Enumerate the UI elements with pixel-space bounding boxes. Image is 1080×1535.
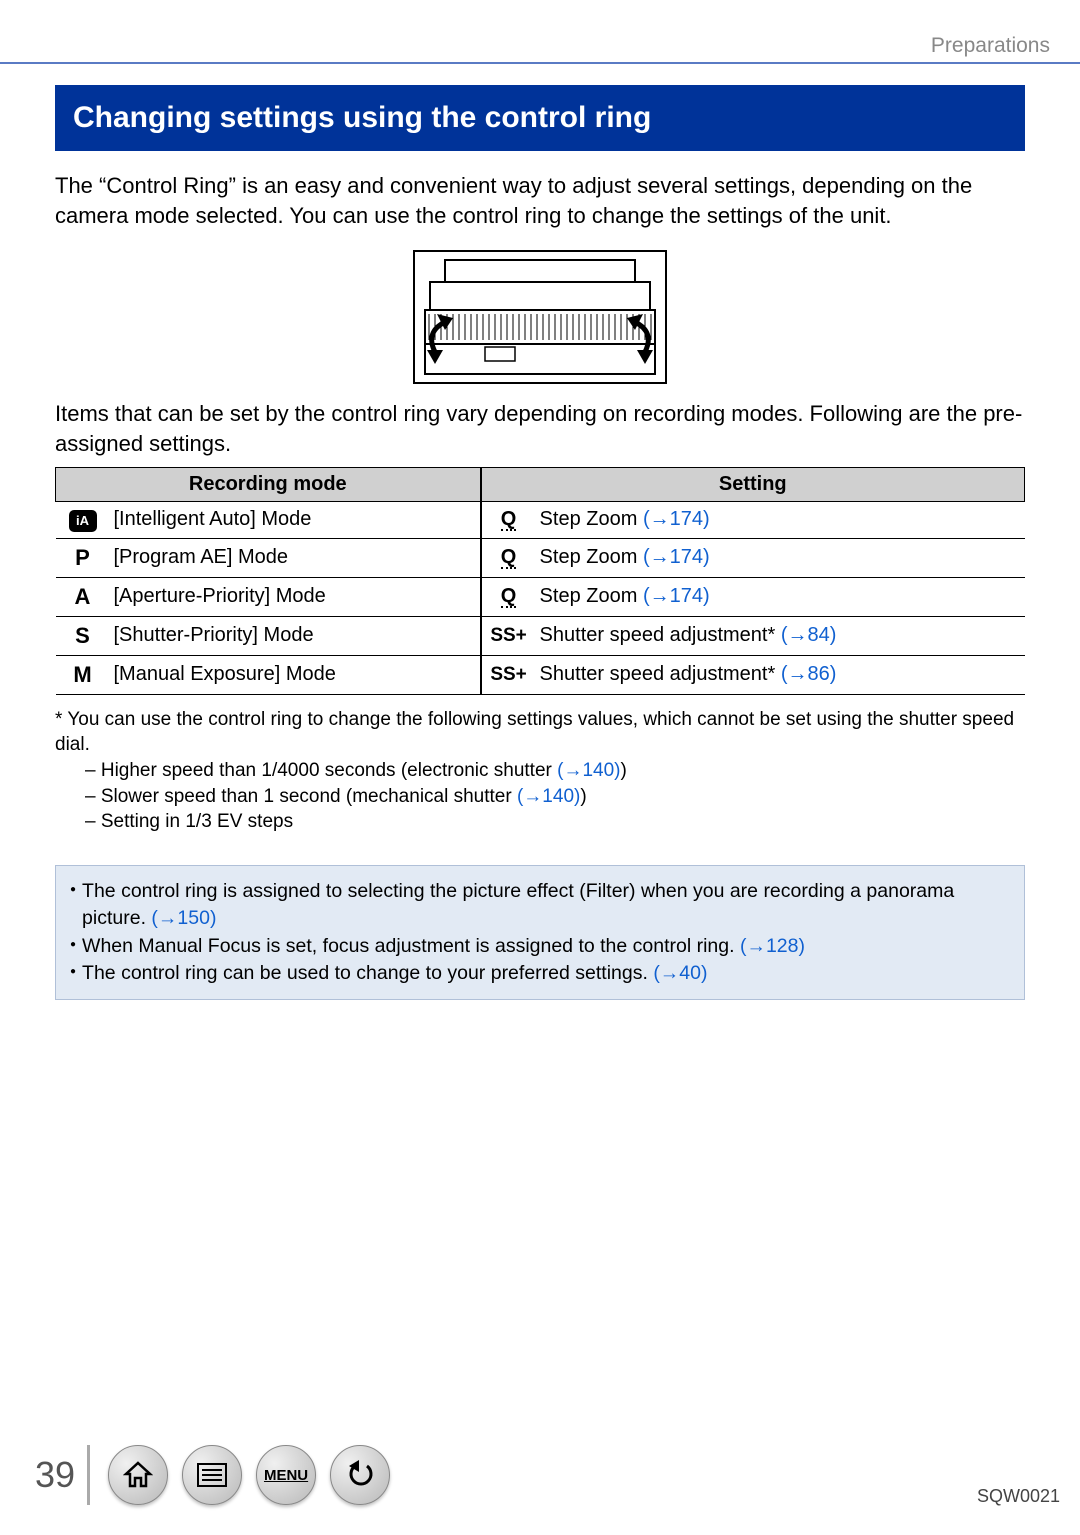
intro-text: The “Control Ring” is an easy and conven… (55, 171, 1025, 230)
table-row: A[Aperture-Priority] ModeQStep Zoom (→17… (56, 577, 1025, 616)
mode-glyph: S (56, 616, 110, 655)
info-item: ●The control ring can be used to change … (70, 960, 1010, 987)
table-row: P[Program AE] ModeQStep Zoom (→174) (56, 538, 1025, 577)
footnote: * You can use the control ring to change… (55, 707, 1025, 835)
setting-text: Step Zoom (→174) (536, 577, 1025, 616)
footnote-lead: * You can use the control ring to change… (55, 707, 1025, 758)
home-button[interactable] (108, 1445, 168, 1505)
page-link[interactable]: (→174) (643, 585, 710, 607)
page-link[interactable]: (→128) (740, 935, 805, 957)
table-row: M[Manual Exposure] ModeSS+Shutter speed … (56, 655, 1025, 694)
zoom-icon: Q (481, 538, 536, 577)
bullet-icon: ● (70, 938, 76, 960)
zoom-icon: Q (481, 577, 536, 616)
bullet-icon: ● (70, 965, 76, 987)
footnote-item: – Setting in 1/3 EV steps (85, 809, 1025, 835)
mode-name: [Program AE] Mode (110, 538, 481, 577)
page-link[interactable]: (→86) (781, 663, 837, 685)
table-row: iA[Intelligent Auto] ModeQStep Zoom (→17… (56, 501, 1025, 538)
header-setting: Setting (481, 467, 1025, 501)
mode-name: [Manual Exposure] Mode (110, 655, 481, 694)
mode-name: [Intelligent Auto] Mode (110, 501, 481, 538)
modes-table: Recording mode Setting iA[Intelligent Au… (55, 467, 1025, 695)
footer-divider (87, 1445, 90, 1505)
breadcrumb: Preparations (931, 34, 1050, 58)
doc-id: SQW0021 (977, 1486, 1060, 1507)
contents-button[interactable] (182, 1445, 242, 1505)
page-link[interactable]: (→150) (151, 907, 216, 929)
page-link[interactable]: (→174) (643, 546, 710, 568)
info-item: ●The control ring is assigned to selecti… (70, 878, 1010, 933)
setting-text: Step Zoom (→174) (536, 538, 1025, 577)
header-mode: Recording mode (56, 467, 481, 501)
back-button[interactable] (330, 1445, 390, 1505)
page-number: 39 (35, 1454, 75, 1496)
page-link[interactable]: (→174) (643, 508, 710, 530)
shutter-speed-icon: SS+ (481, 616, 536, 655)
page-title: Changing settings using the control ring (55, 85, 1025, 151)
page-link[interactable]: (→140) (557, 760, 620, 781)
shutter-speed-icon: SS+ (481, 655, 536, 694)
menu-button[interactable]: MENU (256, 1445, 316, 1505)
mode-name: [Aperture-Priority] Mode (110, 577, 481, 616)
setting-text: Shutter speed adjustment* (→84) (536, 616, 1025, 655)
mode-name: [Shutter-Priority] Mode (110, 616, 481, 655)
setting-text: Shutter speed adjustment* (→86) (536, 655, 1025, 694)
setting-text: Step Zoom (→174) (536, 501, 1025, 538)
page-link[interactable]: (→84) (781, 624, 837, 646)
menu-icon: MENU (264, 1467, 308, 1484)
mode-glyph: A (56, 577, 110, 616)
mode-glyph: P (56, 538, 110, 577)
mode-glyph: iA (56, 501, 110, 538)
sub-text: Items that can be set by the control rin… (55, 399, 1025, 458)
back-icon (345, 1460, 375, 1490)
footnote-item: – Slower speed than 1 second (mechanical… (85, 784, 1025, 810)
page-link[interactable]: (→140) (517, 786, 580, 807)
footnote-item: – Higher speed than 1/4000 seconds (elec… (85, 758, 1025, 784)
bullet-icon: ● (70, 883, 76, 933)
page-link[interactable]: (→40) (653, 962, 707, 984)
contents-icon (196, 1462, 228, 1488)
info-box: ●The control ring is assigned to selecti… (55, 865, 1025, 1000)
home-icon (123, 1460, 153, 1490)
mode-glyph: M (56, 655, 110, 694)
info-item: ●When Manual Focus is set, focus adjustm… (70, 933, 1010, 960)
table-row: S[Shutter-Priority] ModeSS+Shutter speed… (56, 616, 1025, 655)
control-ring-illustration (413, 250, 667, 384)
zoom-icon: Q (481, 501, 536, 538)
